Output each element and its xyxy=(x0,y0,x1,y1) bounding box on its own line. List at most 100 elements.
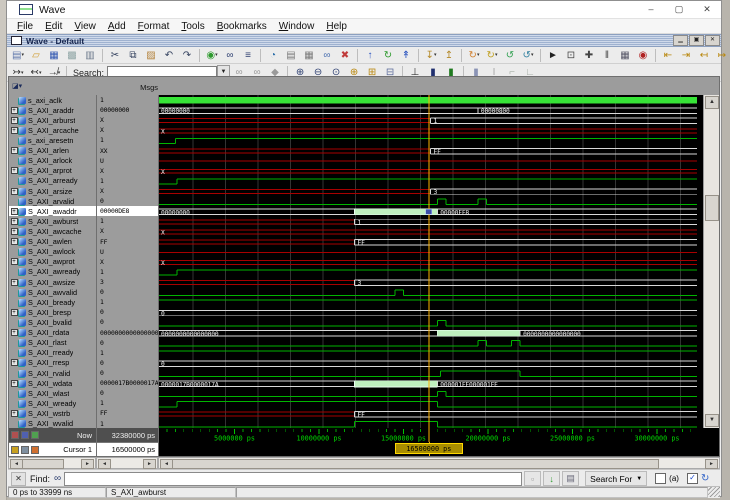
signal-name-S_AXI_bresp[interactable]: + S_AXI_bresp xyxy=(9,307,96,317)
find-input[interactable] xyxy=(64,471,523,486)
signal-name-S_AXI_awburst[interactable]: + S_AXI_awburst xyxy=(9,216,96,226)
expander-icon[interactable]: + xyxy=(10,258,18,266)
find-signal-icon[interactable]: ∞ xyxy=(318,47,336,63)
find-scope-icon[interactable]: ▫ xyxy=(524,471,542,486)
vertical-scrollbar[interactable]: ▲ ▼ xyxy=(703,95,719,428)
print-icon[interactable]: ▥ xyxy=(81,47,99,63)
cursor-track[interactable]: 16500000 ps xyxy=(159,442,719,456)
menu-window[interactable]: Window xyxy=(273,21,321,32)
cursor-lock-icon[interactable] xyxy=(11,445,19,454)
title-bar[interactable]: Wave – ▢ ✕ xyxy=(7,1,721,19)
scroll-up-icon[interactable]: ▲ xyxy=(705,96,719,109)
signal-name-S_AXI_awcache[interactable]: + S_AXI_awcache xyxy=(9,226,96,236)
maximize-button[interactable]: ▢ xyxy=(665,2,693,17)
signal-name-S_AXI_awprot[interactable]: + S_AXI_awprot xyxy=(9,257,96,267)
signal-name-S_AXI_arvalid[interactable]: S_AXI_arvalid xyxy=(9,196,96,206)
signal-name-S_AXI_awvalid[interactable]: S_AXI_awvalid xyxy=(9,287,96,297)
signal-name-S_AXI_rresp[interactable]: + S_AXI_rresp xyxy=(9,358,96,368)
expander-icon[interactable]: + xyxy=(10,359,18,367)
next-edge-icon[interactable]: ↦ xyxy=(713,47,730,63)
edit-wave-icon[interactable]: ▤ xyxy=(282,47,300,63)
expander-icon[interactable]: + xyxy=(10,227,18,235)
signal-name-s_axi_aresetn[interactable]: s_axi_aresetn xyxy=(9,135,96,145)
prev-transition-icon[interactable]: ⇤ xyxy=(659,47,677,63)
menu-view[interactable]: View xyxy=(68,21,102,32)
menu-format[interactable]: Format xyxy=(132,21,176,32)
next-transition-icon[interactable]: ⇥ xyxy=(677,47,695,63)
search-for-dropdown[interactable]: Search For ▼ xyxy=(585,471,648,486)
timeline-ruler[interactable]: 0 ps5000000 ps10000000 ps15000000 ps2000… xyxy=(159,428,719,442)
expander-icon[interactable]: + xyxy=(10,207,18,215)
menu-help[interactable]: Help xyxy=(320,21,353,32)
open-file-icon[interactable]: ▱ xyxy=(27,47,45,63)
wave-scrollbar[interactable]: ◄ ► xyxy=(158,457,720,469)
reload-orange-icon[interactable]: ↻ ▾ xyxy=(465,47,483,63)
move-up-icon[interactable]: ↥ xyxy=(440,47,458,63)
wave-zoom-icon[interactable] xyxy=(21,431,29,439)
select-pointer-icon[interactable]: ► xyxy=(544,47,562,63)
delete-icon[interactable]: ✖ xyxy=(336,47,354,63)
signal-name-S_AXI_awready[interactable]: S_AXI_awready xyxy=(9,267,96,277)
names-scroll-thumb[interactable] xyxy=(22,459,64,469)
refresh-icon[interactable]: ↻ xyxy=(379,47,397,63)
expander-icon[interactable]: + xyxy=(10,329,18,337)
paste-icon[interactable]: ▨ xyxy=(142,47,160,63)
move-down-icon[interactable]: ↧ ▾ xyxy=(422,47,440,63)
cursor-edit-icon[interactable] xyxy=(21,445,29,454)
scroll-down-icon[interactable]: ▼ xyxy=(705,414,719,427)
signal-name-S_AXI_rlast[interactable]: S_AXI_rlast xyxy=(9,338,96,348)
expander-icon[interactable]: + xyxy=(10,167,18,175)
new-file-icon[interactable]: ▤ ▾ xyxy=(9,47,27,63)
menu-bookmarks[interactable]: Bookmarks xyxy=(211,21,273,32)
mdi-close-button[interactable]: ✕ xyxy=(705,35,720,46)
close-button[interactable]: ✕ xyxy=(693,2,721,17)
signal-name-S_AXI_wready[interactable]: S_AXI_wready xyxy=(9,398,96,408)
reload-green-icon[interactable]: ↺ xyxy=(501,47,519,63)
mdi-undock-button[interactable]: ▣ xyxy=(689,35,704,46)
wave-mode-icon[interactable] xyxy=(11,431,19,439)
names-scrollbar[interactable]: ◄ ► xyxy=(8,457,96,469)
wave-scroll-right-icon[interactable]: ► xyxy=(705,459,718,469)
copy-icon[interactable]: ⧉ xyxy=(124,47,142,63)
minimize-button[interactable]: – xyxy=(637,2,665,17)
pan-icon[interactable]: ✚ xyxy=(580,47,598,63)
match-case-checkbox[interactable] xyxy=(655,473,667,484)
edit-mode-icon[interactable]: ▦ xyxy=(616,47,634,63)
expander-icon[interactable]: + xyxy=(10,217,18,225)
expander-icon[interactable]: + xyxy=(10,238,18,246)
signal-name-S_AXI_wstrb[interactable]: + S_AXI_wstrb xyxy=(9,408,96,418)
add-wave-icon[interactable]: ◉ ▾ xyxy=(203,47,221,63)
prev-marker-icon[interactable]: ↑ xyxy=(361,47,379,63)
signal-name-S_AXI_awaddr[interactable]: + S_AXI_awaddr xyxy=(9,206,96,217)
redo-icon[interactable]: ↷ xyxy=(178,47,196,63)
find-icon[interactable]: ∞ xyxy=(221,47,239,63)
show-list-icon[interactable]: ≡ xyxy=(239,47,257,63)
signal-name-S_AXI_wvalid[interactable]: S_AXI_wvalid xyxy=(9,419,96,428)
values-scroll-left-icon[interactable]: ◄ xyxy=(98,459,111,469)
wave-pointer-icon[interactable] xyxy=(31,431,39,439)
expander-icon[interactable]: + xyxy=(10,147,18,155)
signal-name-S_AXI_rdata[interactable]: + S_AXI_rdata xyxy=(9,328,96,338)
find-report-icon[interactable]: ▤ xyxy=(562,471,580,486)
values-scroll-right-icon[interactable]: ► xyxy=(143,459,156,469)
wave-scroll-thumb[interactable] xyxy=(172,459,659,469)
pane-select-icon[interactable]: ◪▾ xyxy=(12,82,22,90)
find-close-icon[interactable]: ✕ xyxy=(11,471,26,486)
signal-name-S_AXI_arcache[interactable]: + S_AXI_arcache xyxy=(9,125,96,135)
signal-name-S_AXI_awlock[interactable]: S_AXI_awlock xyxy=(9,247,96,257)
signal-name-S_AXI_wlast[interactable]: S_AXI_wlast xyxy=(9,388,96,398)
reload-teal-icon[interactable]: ↺ ▾ xyxy=(519,47,537,63)
resize-grip[interactable] xyxy=(708,487,720,497)
next-marker-icon[interactable]: ↟ xyxy=(397,47,415,63)
prev-edge-icon[interactable]: ↤ xyxy=(695,47,713,63)
signal-name-s_axi_aclk[interactable]: s_axi_aclk xyxy=(9,95,96,105)
expander-icon[interactable]: + xyxy=(10,278,18,286)
expander-icon[interactable]: + xyxy=(10,187,18,195)
signal-name-S_AXI_rvalid[interactable]: S_AXI_rvalid xyxy=(9,368,96,378)
waveform-canvas[interactable]: 00000000 00000800 1 X FF X 3 00000000 00000FF8 1 X… xyxy=(159,95,703,428)
mdi-title-bar[interactable]: Wave - Default ▁ ▣ ✕ xyxy=(7,34,721,47)
reload-gold-icon[interactable]: ↻ ▾ xyxy=(483,47,501,63)
undo-icon[interactable]: ↶ xyxy=(160,47,178,63)
cut-icon[interactable]: ✂ xyxy=(106,47,124,63)
signal-name-S_AXI_arburst[interactable]: + S_AXI_arburst xyxy=(9,115,96,125)
